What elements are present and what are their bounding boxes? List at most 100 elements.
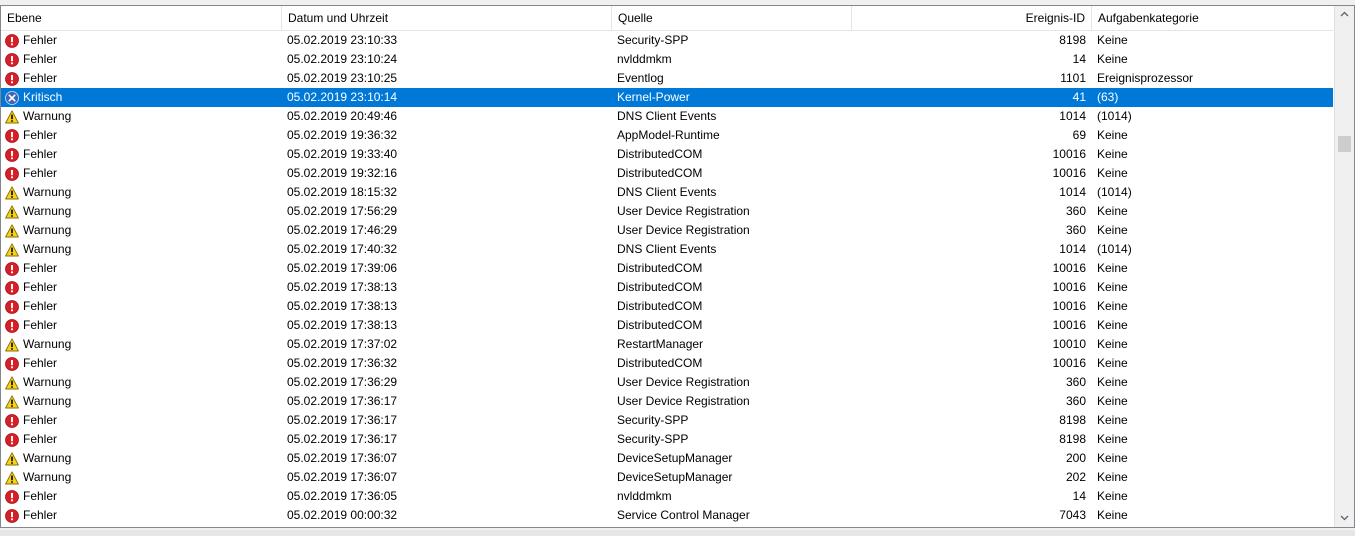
cell-level: Warnung	[5, 335, 275, 354]
status-strip	[0, 530, 1355, 536]
table-row[interactable]: Fehler 05.02.2019 19:32:16 DistributedCOM 1…	[1, 164, 1333, 183]
cell-source: DistributedCOM	[617, 147, 703, 161]
table-row[interactable]: Fehler 05.02.2019 17:39:06 DistributedCOM 1…	[1, 259, 1333, 278]
cell-level: Warnung	[5, 202, 275, 221]
table-row[interactable]: Warnung 05.02.2019 17:40:32 DNS Client Eve…	[1, 240, 1333, 259]
level-label: Fehler	[23, 71, 58, 85]
table-row[interactable]: Fehler 05.02.2019 23:10:33 Security-SPP 819…	[1, 31, 1333, 50]
level-label: Fehler	[23, 261, 58, 275]
cell-event-id: 69	[1072, 128, 1086, 142]
table-row[interactable]: Fehler 05.02.2019 17:36:17 Security-SPP 819…	[1, 430, 1333, 449]
cell-category: Keine	[1097, 470, 1128, 484]
level-label: Fehler	[23, 489, 58, 503]
cell-date: 05.02.2019 23:10:33	[287, 33, 398, 47]
column-header-level[interactable]: Ebene	[1, 6, 282, 30]
cell-date: 05.02.2019 17:56:29	[287, 204, 398, 218]
cell-level: Warnung	[5, 373, 275, 392]
cell-category: Keine	[1097, 451, 1128, 465]
level-label: Warnung	[23, 223, 72, 237]
vertical-scrollbar[interactable]	[1334, 6, 1354, 527]
table-row[interactable]: Warnung 05.02.2019 17:56:29 User Device Re…	[1, 202, 1333, 221]
cell-level: Warnung	[5, 183, 275, 202]
cell-source: Kernel-Power	[617, 90, 690, 104]
table-row[interactable]: Fehler 05.02.2019 17:38:13 DistributedCOM 1…	[1, 297, 1333, 316]
warning-icon	[5, 204, 19, 218]
warning-icon	[5, 451, 19, 465]
level-label: Warnung	[23, 242, 72, 256]
table-row[interactable]: Fehler 05.02.2019 17:38:13 DistributedCOM 1…	[1, 278, 1333, 297]
column-header-event-id[interactable]: Ereignis-ID	[852, 6, 1092, 30]
error-icon	[5, 71, 19, 86]
cell-level: Fehler	[5, 278, 275, 297]
warning-icon	[5, 109, 19, 123]
error-icon	[5, 33, 19, 48]
table-row[interactable]: Warnung 05.02.2019 17:36:07 DeviceSetupMan…	[1, 449, 1333, 468]
table-row[interactable]: Warnung 05.02.2019 17:36:29 User Device Re…	[1, 373, 1333, 392]
table-row[interactable]: Fehler 05.02.2019 23:10:25 Eventlog 1101 Ere…	[1, 69, 1333, 88]
cell-level: Warnung	[5, 392, 275, 411]
table-row[interactable]: Warnung 05.02.2019 17:36:17 User Device Re…	[1, 392, 1333, 411]
cell-source: DeviceSetupManager	[617, 470, 733, 484]
cell-source: DistributedCOM	[617, 299, 703, 313]
level-label: Fehler	[23, 52, 58, 66]
cell-level: Warnung	[5, 468, 275, 487]
cell-source: DistributedCOM	[617, 166, 703, 180]
cell-event-id: 14	[1072, 52, 1086, 66]
table-row[interactable]: Warnung 05.02.2019 17:46:29 User Device Re…	[1, 221, 1333, 240]
table-row[interactable]: Warnung 05.02.2019 20:49:46 DNS Client Eve…	[1, 107, 1333, 126]
warning-icon	[5, 394, 19, 408]
table-row[interactable]: Fehler 05.02.2019 17:36:17 Security-SPP 819…	[1, 411, 1333, 430]
table-row[interactable]: Warnung 05.02.2019 18:15:32 DNS Client Eve…	[1, 183, 1333, 202]
cell-date: 05.02.2019 23:10:25	[287, 71, 398, 85]
cell-event-id: 10016	[1052, 280, 1086, 294]
cell-level: Warnung	[5, 107, 275, 126]
table-row[interactable]: Fehler 05.02.2019 17:36:32 DistributedCOM 1…	[1, 354, 1333, 373]
table-row[interactable]: Fehler 05.02.2019 17:36:05 nvlddmkm 14 Keine	[1, 487, 1333, 506]
cell-category: Keine	[1097, 166, 1128, 180]
cell-source: DistributedCOM	[617, 318, 703, 332]
table-row[interactable]: Warnung 05.02.2019 17:36:07 DeviceSetupMan…	[1, 468, 1333, 487]
table-row[interactable]: Fehler 05.02.2019 17:38:13 DistributedCOM 1…	[1, 316, 1333, 335]
cell-event-id: 10010	[1052, 337, 1086, 351]
error-icon	[5, 261, 19, 276]
cell-source: DistributedCOM	[617, 356, 703, 370]
table-row[interactable]: Fehler 05.02.2019 19:33:40 DistributedCOM 1…	[1, 145, 1333, 164]
cell-source: Service Control Manager	[617, 508, 750, 522]
cell-source: RestartManager	[617, 337, 704, 351]
level-label: Fehler	[23, 432, 58, 446]
cell-category: Keine	[1097, 128, 1128, 142]
error-icon	[5, 356, 19, 371]
cell-category: Keine	[1097, 413, 1128, 427]
column-header-source[interactable]: Quelle	[612, 6, 852, 30]
scrollbar-thumb[interactable]	[1338, 136, 1351, 152]
cell-date: 05.02.2019 17:36:32	[287, 356, 398, 370]
cell-event-id: 10016	[1052, 147, 1086, 161]
table-row[interactable]: Fehler 05.02.2019 23:10:24 nvlddmkm 14 Keine	[1, 50, 1333, 69]
cell-source: nvlddmkm	[617, 489, 672, 503]
level-label: Fehler	[23, 33, 58, 47]
error-icon	[5, 318, 19, 333]
column-header-category[interactable]: Aufgabenkategorie	[1092, 6, 1333, 30]
cell-date: 05.02.2019 19:32:16	[287, 166, 398, 180]
table-row[interactable]: Warnung 05.02.2019 17:37:02 RestartManager…	[1, 335, 1333, 354]
cell-category: Keine	[1097, 280, 1128, 294]
cell-category: Keine	[1097, 223, 1128, 237]
cell-date: 05.02.2019 17:46:29	[287, 223, 398, 237]
scroll-down-button[interactable]	[1335, 510, 1354, 527]
cell-event-id: 8198	[1059, 33, 1086, 47]
cell-event-id: 360	[1065, 394, 1086, 408]
cell-source: DistributedCOM	[617, 280, 703, 294]
level-label: Warnung	[23, 451, 72, 465]
cell-event-id: 360	[1065, 223, 1086, 237]
table-row[interactable]: Fehler 05.02.2019 19:36:32 AppModel-Runtim…	[1, 126, 1333, 145]
level-label: Warnung	[23, 470, 72, 484]
cell-level: Fehler	[5, 430, 275, 449]
scroll-up-button[interactable]	[1335, 6, 1354, 23]
cell-date: 05.02.2019 23:10:14	[287, 90, 398, 104]
cell-level: Fehler	[5, 297, 275, 316]
table-row[interactable]: Fehler 05.02.2019 00:00:32 Service Control…	[1, 506, 1333, 525]
warning-icon	[5, 223, 19, 237]
column-header-date[interactable]: Datum und Uhrzeit	[282, 6, 612, 30]
error-icon	[5, 432, 19, 447]
table-row[interactable]: Kritisch 05.02.2019 23:10:14 Kernel-Power 4…	[1, 88, 1333, 107]
